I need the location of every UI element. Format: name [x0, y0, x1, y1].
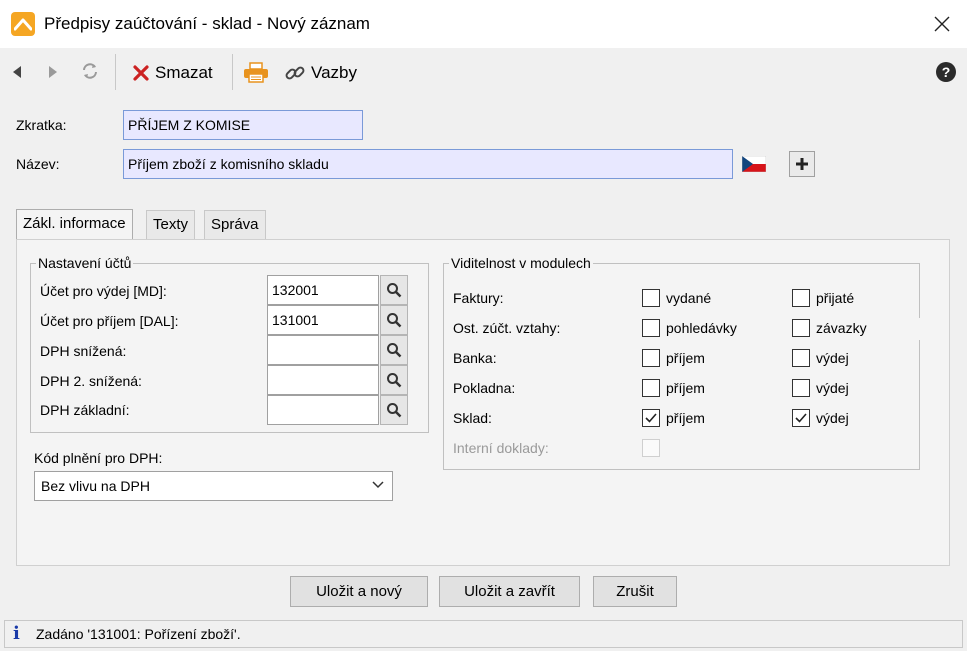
- info-icon: i: [13, 623, 20, 644]
- vat-code-selected: Bez vlivu na DPH: [41, 478, 150, 494]
- checkbox-label: pohledávky: [666, 320, 737, 336]
- invoices-received-checkbox[interactable]: [792, 289, 810, 307]
- save-and-new-button[interactable]: Uložit a nový: [290, 576, 428, 607]
- checkbox-label: příjem: [666, 380, 705, 396]
- checkbox-label: přijaté: [816, 290, 855, 306]
- forward-icon[interactable]: [48, 62, 64, 82]
- visibility-row-label: Ost. zúčt. vztahy:: [453, 320, 561, 336]
- checkbox-label: příjem: [666, 410, 705, 426]
- printer-icon: [243, 62, 269, 84]
- visibility-row-label: Faktury:: [453, 290, 504, 306]
- debit-account-lookup-button[interactable]: [380, 275, 408, 305]
- toolbar-separator: [232, 54, 233, 90]
- receivables-checkbox[interactable]: [642, 319, 660, 337]
- czech-flag-icon[interactable]: [741, 155, 767, 173]
- account-row-label: DPH snížená:: [40, 343, 127, 359]
- search-icon: [386, 312, 402, 328]
- account-row-label: Účet pro příjem [DAL]:: [40, 313, 179, 329]
- stock-receipt-checkbox[interactable]: [642, 409, 660, 427]
- search-icon: [386, 342, 402, 358]
- visibility-row-label: Pokladna:: [453, 380, 516, 396]
- status-text: Zadáno '131001: Pořízení zboží'.: [36, 626, 241, 642]
- checkbox-label: závazky: [816, 320, 867, 336]
- vat-code-label: Kód plnění pro DPH:: [34, 450, 163, 466]
- status-bar: i Zadáno '131001: Pořízení zboží'.: [4, 620, 963, 648]
- name-label: Název:: [16, 156, 60, 172]
- name-field[interactable]: Příjem zboží z komisního skladu: [123, 149, 733, 179]
- window-title: Předpisy zaúčtování - sklad - Nový zázna…: [44, 14, 370, 33]
- internal-documents-checkbox: [642, 439, 660, 457]
- shortcut-label: Zkratka:: [16, 117, 67, 133]
- vat-code-dropdown[interactable]: Bez vlivu na DPH: [34, 471, 393, 501]
- tab-basic-info[interactable]: Zákl. informace: [16, 209, 133, 240]
- debit-account-field[interactable]: 132001: [267, 275, 379, 305]
- cash-expense-checkbox[interactable]: [792, 379, 810, 397]
- toolbar-separator: [115, 54, 116, 90]
- visibility-row-label: Interní doklady:: [453, 440, 549, 456]
- account-row-label: Účet pro výdej [MD]:: [40, 283, 167, 299]
- checkbox-label: výdej: [816, 410, 849, 426]
- credit-account-lookup-button[interactable]: [380, 305, 408, 335]
- vat-standard-field[interactable]: [267, 395, 379, 425]
- vat-second-reduced-field[interactable]: [267, 365, 379, 395]
- invoices-issued-checkbox[interactable]: [642, 289, 660, 307]
- accounts-group-title: Nastavení účtů: [36, 255, 134, 271]
- tab-texts[interactable]: Texty: [146, 210, 196, 240]
- bank-income-checkbox[interactable]: [642, 349, 660, 367]
- refresh-icon[interactable]: [80, 60, 102, 82]
- payables-checkbox[interactable]: [792, 319, 810, 337]
- visibility-row-label: Sklad:: [453, 410, 492, 426]
- checkbox-label: výdej: [816, 350, 849, 366]
- checkmark-icon: [643, 410, 659, 426]
- close-icon[interactable]: [927, 10, 957, 38]
- vat-standard-lookup-button[interactable]: [380, 395, 408, 425]
- vat-second-reduced-lookup-button[interactable]: [380, 365, 408, 395]
- checkbox-label: výdej: [816, 380, 849, 396]
- title-bar: Předpisy zaúčtování - sklad - Nový zázna…: [0, 0, 967, 48]
- cancel-button[interactable]: Zrušit: [593, 576, 677, 607]
- checkmark-icon: [793, 410, 809, 426]
- vat-reduced-lookup-button[interactable]: [380, 335, 408, 365]
- delete-icon: [133, 65, 149, 81]
- delete-button-label: Smazat: [155, 63, 213, 82]
- plus-icon: [795, 157, 809, 171]
- stock-issue-checkbox[interactable]: [792, 409, 810, 427]
- tab-administration[interactable]: Správa: [204, 210, 266, 240]
- links-button[interactable]: Vazby: [284, 60, 357, 86]
- shortcut-field[interactable]: PŘÍJEM Z KOMISE: [123, 110, 363, 140]
- links-button-label: Vazby: [311, 63, 357, 82]
- save-and-close-button[interactable]: Uložit a zavřít: [439, 576, 580, 607]
- credit-account-field[interactable]: 131001: [267, 305, 379, 335]
- print-button[interactable]: [243, 60, 269, 86]
- help-icon[interactable]: ?: [936, 62, 956, 82]
- account-row-label: DPH základní:: [40, 402, 130, 418]
- visibility-row-label: Banka:: [453, 350, 497, 366]
- chevron-down-icon: [372, 481, 384, 489]
- app-logo-icon: [11, 12, 35, 36]
- delete-button[interactable]: Smazat: [133, 60, 213, 86]
- search-icon: [386, 372, 402, 388]
- account-row-label: DPH 2. snížená:: [40, 373, 142, 389]
- checkbox-label: vydané: [666, 290, 712, 306]
- bank-expense-checkbox[interactable]: [792, 349, 810, 367]
- cash-income-checkbox[interactable]: [642, 379, 660, 397]
- vat-reduced-field[interactable]: [267, 335, 379, 365]
- add-translation-button[interactable]: [789, 151, 815, 177]
- link-icon: [284, 62, 306, 84]
- checkbox-label: příjem: [666, 350, 705, 366]
- visibility-group-title: Viditelnost v modulech: [449, 255, 593, 271]
- search-icon: [386, 402, 402, 418]
- back-icon[interactable]: [12, 62, 28, 82]
- search-icon: [386, 282, 402, 298]
